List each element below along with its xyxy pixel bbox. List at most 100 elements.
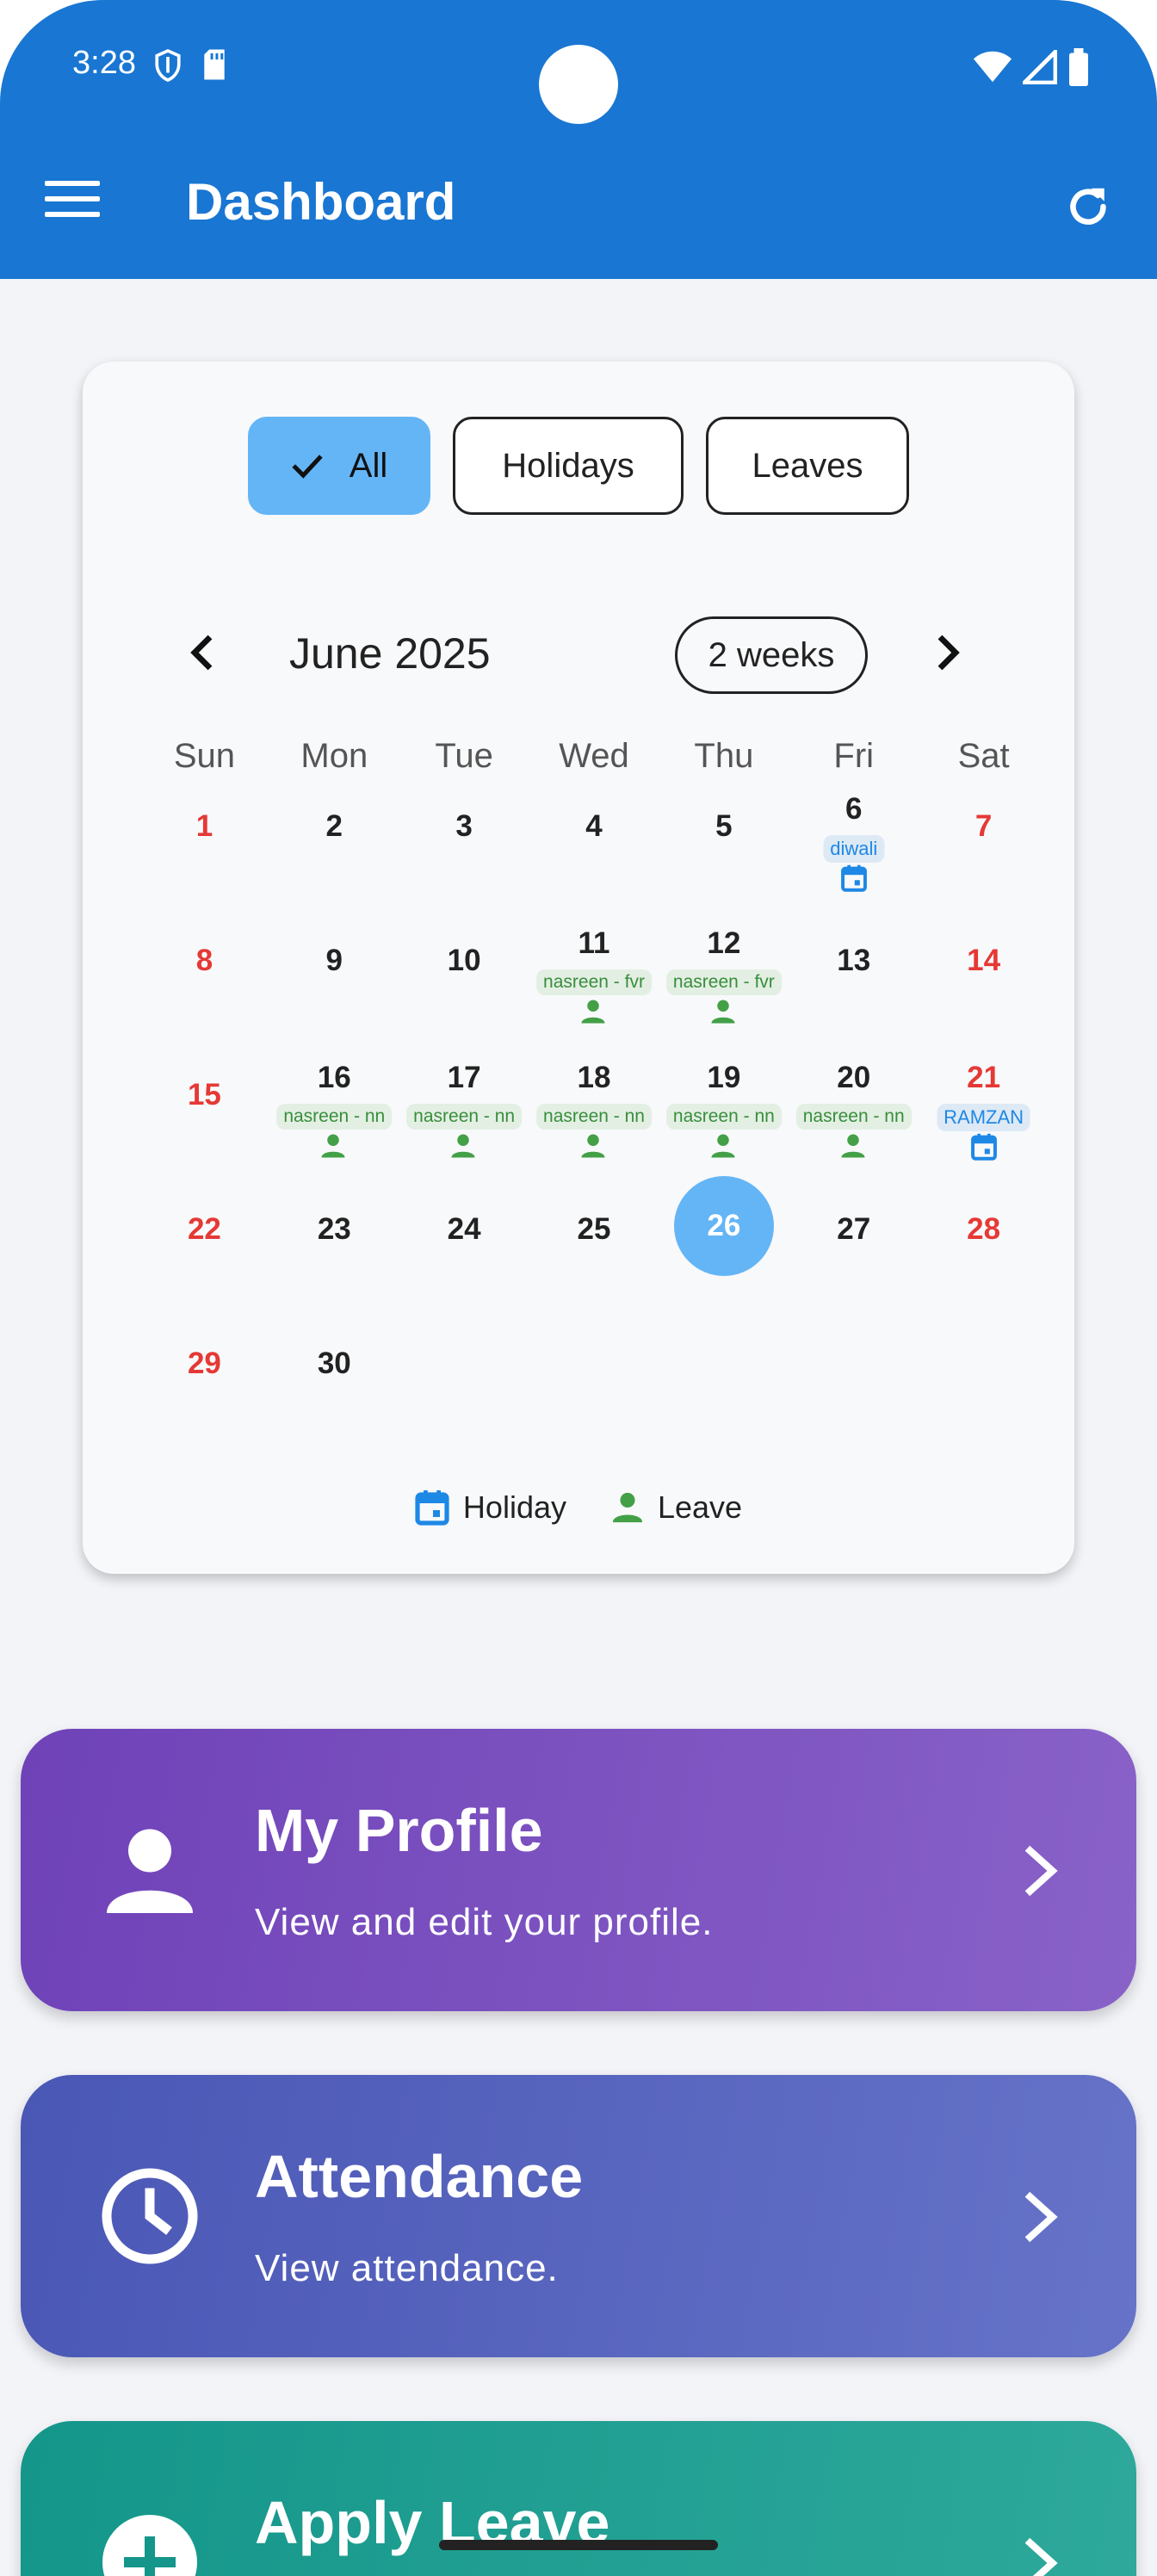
weekday-label: Sun (173, 737, 236, 775)
person-icon (580, 999, 608, 1026)
calendar-icon (970, 1133, 998, 1161)
holiday-event-label: RAMZAN (937, 1104, 1031, 1131)
calendar-day[interactable]: 14 (919, 926, 1049, 1061)
calendar-day[interactable]: 17 nasreen - nn (399, 1061, 529, 1195)
calendar-day[interactable]: 18 nasreen - nn (529, 1061, 659, 1195)
calendar-week-row: 15 16 nasreen - nn 17 nasreen - nn 18 nasreen … (139, 1061, 1049, 1195)
attendance-card[interactable]: Attendance View attendance. (21, 2075, 1136, 2357)
person-icon (320, 1133, 348, 1161)
chevron-right-icon (1024, 1845, 1058, 1897)
person-icon (710, 1133, 738, 1161)
day-number: 22 (187, 1212, 221, 1246)
filter-chip-holidays[interactable]: Holidays (453, 417, 684, 515)
calendar-day-today[interactable]: 26 (659, 1176, 789, 1329)
page-title: Dashboard (186, 173, 456, 231)
shield-icon (155, 48, 181, 82)
day-number: 23 (317, 1212, 351, 1246)
calendar-day[interactable]: 2 (269, 792, 399, 926)
calendar-day[interactable]: 27 (789, 1195, 919, 1329)
calendar-day[interactable]: 23 (269, 1195, 399, 1329)
card-subtitle: View and edit your profile. (255, 1901, 714, 1943)
day-number: 28 (967, 1212, 1001, 1246)
wifi-icon (973, 51, 1012, 83)
calendar-icon (415, 1490, 449, 1526)
legend-holiday: Holiday (415, 1489, 566, 1526)
legend-leave: Leave (611, 1489, 742, 1526)
weekday-label: Thu (694, 737, 754, 775)
status-icons-right (973, 48, 1090, 86)
calendar-day[interactable]: 28 (919, 1195, 1049, 1329)
leave-event-label: nasreen - nn (795, 1104, 912, 1130)
calendar-legend: Holiday Leave (83, 1489, 1074, 1526)
calendar-day[interactable]: 25 (529, 1195, 659, 1329)
leave-event-label: nasreen - nn (276, 1104, 393, 1130)
calendar-day[interactable]: 29 (139, 1329, 269, 1464)
calendar-day[interactable]: 21 RAMZAN (919, 1061, 1049, 1195)
refresh-icon[interactable] (1062, 181, 1114, 232)
calendar-day[interactable]: 19 nasreen - nn (659, 1061, 789, 1195)
calendar-day[interactable]: 5 (659, 792, 789, 926)
filter-chips: All Holidays Leaves (83, 417, 1074, 515)
day-number: 4 (585, 809, 603, 843)
plus-circle-icon (102, 2515, 197, 2576)
filter-chip-label: Leaves (752, 446, 863, 485)
calendar-day[interactable]: 12 nasreen - fvr (659, 926, 789, 1061)
leave-event-label: nasreen - fvr (536, 969, 652, 995)
calendar-icon (840, 864, 868, 892)
day-number: 15 (187, 1078, 221, 1112)
apply-leave-card[interactable]: Apply Leave (21, 2421, 1136, 2576)
day-number: 8 (195, 944, 213, 977)
calendar-day[interactable]: 16 nasreen - nn (269, 1061, 399, 1195)
calendar-week-row: 1 2 3 4 5 6 diwali 7 (139, 792, 1049, 926)
battery-icon (1069, 48, 1088, 86)
calendar-card: All Holidays Leaves June 2025 2 weeks Su… (83, 362, 1074, 1574)
calendar-day[interactable]: 9 (269, 926, 399, 1061)
chevron-left-icon[interactable] (186, 634, 220, 672)
calendar-day[interactable]: 7 (919, 792, 1049, 926)
day-number: 19 (707, 1061, 741, 1094)
card-title: Attendance (255, 2143, 584, 2210)
day-number: 17 (447, 1061, 481, 1094)
my-profile-card[interactable]: My Profile View and edit your profile. (21, 1729, 1136, 2011)
calendar-day[interactable]: 6 diwali (789, 792, 919, 926)
chevron-right-icon[interactable] (930, 634, 964, 672)
app-bar: 3:28 Dashboard (0, 0, 1157, 279)
filter-chip-leaves[interactable]: Leaves (706, 417, 909, 515)
calendar-day[interactable]: 20 nasreen - nn (789, 1061, 919, 1195)
day-number: 20 (837, 1061, 871, 1094)
menu-icon[interactable] (45, 181, 100, 229)
calendar-day[interactable]: 1 (139, 792, 269, 926)
day-number: 27 (837, 1212, 871, 1246)
home-indicator[interactable] (439, 2540, 718, 2550)
calendar-day[interactable]: 15 (139, 1061, 269, 1195)
person-icon (710, 999, 738, 1026)
calendar-week-row: 22 23 24 25 26 27 28 (139, 1176, 1049, 1329)
day-number: 10 (447, 944, 481, 977)
calendar-header: June 2025 2 weeks (83, 611, 1074, 697)
chevron-right-icon (1024, 2191, 1058, 2243)
calendar-day[interactable]: 11 nasreen - fvr (529, 926, 659, 1061)
day-number: 6 (845, 792, 863, 826)
calendar-day[interactable]: 24 (399, 1195, 529, 1329)
weekday-label: Mon (300, 737, 368, 775)
person-icon (107, 1829, 193, 1913)
holiday-event-label: diwali (823, 835, 885, 863)
day-number: 25 (577, 1212, 611, 1246)
weekday-label: Wed (559, 737, 629, 775)
day-number: 5 (715, 809, 733, 843)
calendar-day[interactable]: 4 (529, 792, 659, 926)
calendar-day[interactable]: 8 (139, 926, 269, 1061)
calendar-day[interactable]: 30 (269, 1329, 399, 1464)
calendar-day[interactable]: 3 (399, 792, 529, 926)
filter-chip-all[interactable]: All (248, 417, 430, 515)
legend-holiday-label: Holiday (462, 1489, 566, 1525)
calendar-day[interactable]: 22 (139, 1195, 269, 1329)
legend-leave-label: Leave (657, 1489, 743, 1525)
day-number: 11 (578, 926, 610, 960)
calendar-day[interactable]: 10 (399, 926, 529, 1061)
calendar-day[interactable]: 13 (789, 926, 919, 1061)
day-number: 14 (967, 944, 1001, 977)
format-toggle-button[interactable]: 2 weeks (675, 616, 868, 694)
check-icon (292, 455, 323, 479)
day-number: 29 (187, 1347, 221, 1380)
